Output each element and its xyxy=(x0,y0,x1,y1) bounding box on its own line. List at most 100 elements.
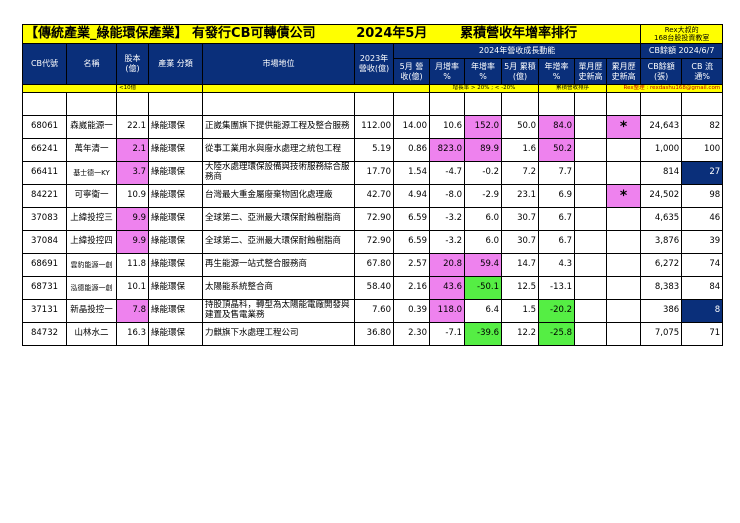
may-revenue-cell: 0.86 xyxy=(393,138,430,162)
cum-yoy-cell: 50.2 xyxy=(538,138,575,162)
name-cell: 上緯投控三 xyxy=(66,207,117,231)
single-month-high-cell xyxy=(574,299,607,323)
revenue-2023-cell: 17.70 xyxy=(354,161,394,185)
title-period: 2024年5月 xyxy=(356,25,428,41)
capital-cell: 10.9 xyxy=(116,184,149,208)
header-yoy: 年增率 % xyxy=(464,58,502,85)
header-cb-balance-group: CB餘額 2024/6/7 xyxy=(640,43,724,59)
cumulative-high-cell: * xyxy=(605,115,642,139)
capital-cell: 9.9 xyxy=(116,230,149,254)
market-position-cell: 全球第二、亞洲最大環保耐蝕樹脂商 xyxy=(202,207,355,231)
cb-circulation-cell: 82 xyxy=(681,115,724,139)
cb-circulation-cell: 100 xyxy=(681,138,724,162)
may-revenue-cell: 2.16 xyxy=(393,276,430,300)
mom-cell: -3.2 xyxy=(429,230,465,254)
capital-cell: 2.1 xyxy=(116,138,149,162)
category-cell: 綠能環保 xyxy=(148,115,203,139)
table-row: 84221 可寧衛一 10.9 綠能環保 台灣最大重金屬廢棄物固化處理廠 42.70 4.9… xyxy=(22,184,724,208)
author-line-2: 168台股投資教室 xyxy=(653,34,710,42)
cum-yoy-cell: -13.1 xyxy=(538,276,575,300)
yoy-cell: -2.9 xyxy=(464,184,502,208)
capital-cell: 9.9 xyxy=(116,207,149,231)
header-cb-amount: CB餘額 (張) xyxy=(640,58,683,85)
single-month-high-cell xyxy=(574,322,607,346)
may-cumulative-cell: 30.7 xyxy=(501,230,539,254)
cb-circulation-cell: 71 xyxy=(681,322,724,346)
yoy-cell: 6.4 xyxy=(464,299,502,323)
mom-cell: -3.2 xyxy=(429,207,465,231)
may-revenue-cell: 1.54 xyxy=(393,161,430,185)
category-cell: 綠能環保 xyxy=(148,253,203,277)
legend-cum-note: 累積營收排序 xyxy=(538,84,607,93)
cumulative-high-cell xyxy=(605,276,642,300)
cum-yoy-cell: 6.9 xyxy=(538,184,575,208)
cumulative-high-cell xyxy=(605,138,642,162)
cb-revenue-table: 【傳統產業_綠能環保產業】 有發行CB可轉債公司 2024年5月 累積營收年增率… xyxy=(21,24,724,346)
cb-code-cell: 66241 xyxy=(22,138,67,162)
name-cell: 雲豹能源一創 xyxy=(66,253,117,277)
mom-cell: 43.6 xyxy=(429,276,465,300)
revenue-2023-cell: 36.80 xyxy=(354,322,394,346)
may-revenue-cell: 14.00 xyxy=(393,115,430,139)
market-position-cell: 太陽能系統整合商 xyxy=(202,276,355,300)
legend-growth-note: 增長率 > 20% ; < -20% xyxy=(429,84,539,93)
cb-code-cell: 66411 xyxy=(22,161,67,185)
yoy-cell: -50.1 xyxy=(464,276,502,300)
cb-code-cell: 84221 xyxy=(22,184,67,208)
single-month-high-cell xyxy=(574,115,607,139)
cumulative-high-cell xyxy=(605,299,642,323)
header-row-1: CB代號 名稱 股本 (億) 產業 分類 市場地位 2023年 營收(億) 20… xyxy=(22,43,724,85)
header-revenue-2023: 2023年 營收(億) xyxy=(354,43,394,85)
cb-code-cell: 37083 xyxy=(22,207,67,231)
capital-cell: 10.1 xyxy=(116,276,149,300)
title-subject: 累積營收年增率排行 xyxy=(460,25,578,41)
title-row: 【傳統產業_綠能環保產業】 有發行CB可轉債公司 2024年5月 累積營收年增率… xyxy=(21,24,724,44)
may-cumulative-cell: 30.7 xyxy=(501,207,539,231)
yoy-cell: 6.0 xyxy=(464,207,502,231)
mom-cell: 20.8 xyxy=(429,253,465,277)
revenue-2023-cell: 72.90 xyxy=(354,207,394,231)
cb-amount-cell: 24,502 xyxy=(640,184,683,208)
market-position-cell: 全球第二、亞洲最大環保耐蝕樹脂商 xyxy=(202,230,355,254)
table-row: 84732 山林水二 16.3 綠能環保 力麒旗下水處理工程公司 36.80 2.30 -7.… xyxy=(22,322,724,346)
mom-cell: -7.1 xyxy=(429,322,465,346)
cum-yoy-cell: 84.0 xyxy=(538,115,575,139)
may-cumulative-cell: 12.5 xyxy=(501,276,539,300)
capital-cell: 22.1 xyxy=(116,115,149,139)
may-cumulative-cell: 14.7 xyxy=(501,253,539,277)
cb-code-cell: 37131 xyxy=(22,299,67,323)
revenue-2023-cell: 42.70 xyxy=(354,184,394,208)
category-cell: 綠能環保 xyxy=(148,207,203,231)
may-cumulative-cell: 1.6 xyxy=(501,138,539,162)
mom-cell: -4.7 xyxy=(429,161,465,185)
mom-cell: -8.0 xyxy=(429,184,465,208)
market-position-cell: 再生能源一站式整合服務商 xyxy=(202,253,355,277)
name-cell: 泓德能源一創 xyxy=(66,276,117,300)
header-may-revenue: 5月 營收(億) xyxy=(393,58,430,85)
cb-code-cell: 68731 xyxy=(22,276,67,300)
category-cell: 綠能環保 xyxy=(148,276,203,300)
author-cell: Rex大叔的 168台股投資教室 xyxy=(640,24,724,44)
category-cell: 綠能環保 xyxy=(148,184,203,208)
may-revenue-cell: 6.59 xyxy=(393,207,430,231)
cumulative-high-cell xyxy=(605,161,642,185)
cb-code-cell: 68691 xyxy=(22,253,67,277)
cumulative-high-cell: * xyxy=(605,184,642,208)
single-month-high-cell xyxy=(574,161,607,185)
cb-circulation-cell: 74 xyxy=(681,253,724,277)
table-row: 68061 森崴能源一 22.1 綠能環保 正崴集團旗下提供能源工程及整合服務 112.0… xyxy=(22,115,724,139)
cum-yoy-cell: -25.8 xyxy=(538,322,575,346)
capital-cell: 11.8 xyxy=(116,253,149,277)
category-cell: 綠能環保 xyxy=(148,161,203,185)
yoy-cell: -0.2 xyxy=(464,161,502,185)
revenue-2023-cell: 112.00 xyxy=(354,115,394,139)
revenue-2023-cell: 58.40 xyxy=(354,276,394,300)
name-cell: 上緯投控四 xyxy=(66,230,117,254)
yoy-cell: 6.0 xyxy=(464,230,502,254)
name-cell: 新晶投控一 xyxy=(66,299,117,323)
market-position-cell: 從事工業用水與廢水處理之統包工程 xyxy=(202,138,355,162)
cum-yoy-cell: 7.7 xyxy=(538,161,575,185)
header-cb-code: CB代號 xyxy=(22,43,67,85)
cb-circulation-cell: 8 xyxy=(681,299,724,323)
may-revenue-cell: 2.57 xyxy=(393,253,430,277)
